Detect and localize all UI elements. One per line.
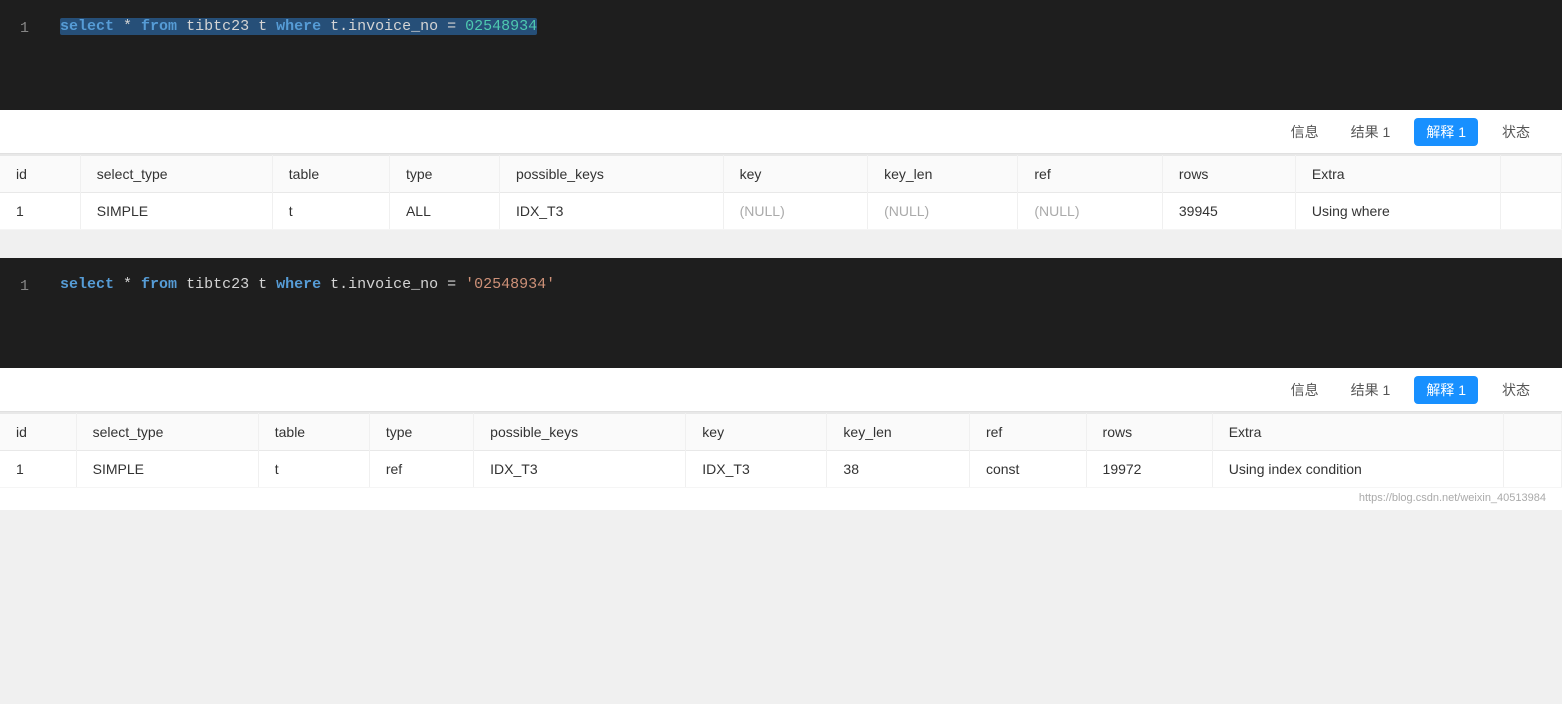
col-extra-1: Extra <box>1295 156 1500 193</box>
kw-from-1: from <box>141 18 177 35</box>
explain-btn-2[interactable]: 解释 1 <box>1414 376 1478 404</box>
cell-table-2: t <box>258 451 369 488</box>
info-btn-2[interactable]: 信息 <box>1283 376 1327 404</box>
col-key-len-1: key_len <box>868 156 1018 193</box>
code-editor-2: 1 select * from tibtc23 t where t.invoic… <box>0 258 1562 368</box>
selected-code-1: select * from tibtc23 t where t.invoice_… <box>60 18 537 35</box>
code-line-2: select * from tibtc23 t where t.invoice_… <box>60 276 1542 293</box>
cell-possible-keys-1: IDX_T3 <box>499 193 723 230</box>
explain-btn-1[interactable]: 解释 1 <box>1414 118 1478 146</box>
col-key-len-2: key_len <box>827 414 970 451</box>
cell-select-type-1: SIMPLE <box>80 193 272 230</box>
table-row: 1 SIMPLE t ref IDX_T3 IDX_T3 38 const 19… <box>0 451 1562 488</box>
result-btn-2[interactable]: 结果 1 <box>1343 376 1399 404</box>
cell-type-2: ref <box>369 451 473 488</box>
cell-key-len-1: (NULL) <box>868 193 1018 230</box>
kw-select-1: select <box>60 18 114 35</box>
cell-key-len-2: 38 <box>827 451 970 488</box>
status-btn-1[interactable]: 状态 <box>1494 118 1538 146</box>
col-id-1: id <box>0 156 80 193</box>
cell-possible-keys-2: IDX_T3 <box>474 451 686 488</box>
col-extra-2: Extra <box>1212 414 1503 451</box>
cell-extra-2: Using index condition <box>1212 451 1503 488</box>
result-table-2: id select_type table type possible_keys … <box>0 412 1562 488</box>
cell-id-1: 1 <box>0 193 80 230</box>
status-btn-2[interactable]: 状态 <box>1494 376 1538 404</box>
cell-table-1: t <box>272 193 389 230</box>
kw-where-1: where <box>276 18 321 35</box>
col-key-2: key <box>686 414 827 451</box>
col-possible-keys-1: possible_keys <box>499 156 723 193</box>
col-select-type-2: select_type <box>76 414 258 451</box>
kw-str-val-2: '02548934' <box>465 276 555 293</box>
cell-rows-2: 19972 <box>1086 451 1212 488</box>
col-id-2: id <box>0 414 76 451</box>
kw-star-1: * <box>123 18 141 35</box>
col-select-type-1: select_type <box>80 156 272 193</box>
kw-from-2: from <box>141 276 177 293</box>
info-btn-1[interactable]: 信息 <box>1283 118 1327 146</box>
cell-ref-2: const <box>969 451 1086 488</box>
toolbar-1: 信息 结果 1 解释 1 状态 <box>0 110 1562 154</box>
query-section-1: 1 select * from tibtc23 t where t.invoic… <box>0 0 1562 230</box>
kw-where-2: where <box>276 276 321 293</box>
line-number-1: 1 <box>20 18 40 37</box>
query-section-2: 1 select * from tibtc23 t where t.invoic… <box>0 258 1562 510</box>
col-rows-1: rows <box>1162 156 1295 193</box>
col-type-1: type <box>389 156 499 193</box>
col-padding-1 <box>1500 156 1561 193</box>
cell-key-1: (NULL) <box>723 193 867 230</box>
cell-end-1 <box>1500 193 1561 230</box>
cell-extra-1: Using where <box>1295 193 1500 230</box>
code-editor-1: 1 select * from tibtc23 t where t.invoic… <box>0 0 1562 110</box>
col-type-2: type <box>369 414 473 451</box>
table-header-row-2: id select_type table type possible_keys … <box>0 414 1562 451</box>
cell-key-2: IDX_T3 <box>686 451 827 488</box>
col-ref-1: ref <box>1018 156 1162 193</box>
cell-type-1: ALL <box>389 193 499 230</box>
explain-table-1: id select_type table type possible_keys … <box>0 155 1562 230</box>
col-rows-2: rows <box>1086 414 1212 451</box>
result-btn-1[interactable]: 结果 1 <box>1343 118 1399 146</box>
result-table-1: id select_type table type possible_keys … <box>0 154 1562 230</box>
col-table-1: table <box>272 156 389 193</box>
watermark: https://blog.csdn.net/weixin_40513984 <box>0 488 1562 510</box>
kw-field-2: t.invoice_no <box>330 276 447 293</box>
cell-rows-1: 39945 <box>1162 193 1295 230</box>
line-number-2: 1 <box>20 276 40 295</box>
code-line-1: select * from tibtc23 t where t.invoice_… <box>60 18 1542 35</box>
cell-ref-1: (NULL) <box>1018 193 1162 230</box>
cell-end-2 <box>1504 451 1562 488</box>
kw-eq-1: = <box>447 18 465 35</box>
kw-table-1: tibtc23 t <box>186 18 276 35</box>
kw-field-1: t.invoice_no <box>330 18 447 35</box>
kw-table-2: tibtc23 t <box>186 276 276 293</box>
section-spacer <box>0 230 1562 258</box>
table-header-row-1: id select_type table type possible_keys … <box>0 156 1562 193</box>
col-possible-keys-2: possible_keys <box>474 414 686 451</box>
col-ref-2: ref <box>969 414 1086 451</box>
col-padding-2 <box>1504 414 1562 451</box>
explain-table-2: id select_type table type possible_keys … <box>0 413 1562 488</box>
table-row: 1 SIMPLE t ALL IDX_T3 (NULL) (NULL) (NUL… <box>0 193 1562 230</box>
toolbar-2: 信息 结果 1 解释 1 状态 <box>0 368 1562 412</box>
kw-num-val-1: 02548934 <box>465 18 537 35</box>
kw-eq-2: = <box>447 276 465 293</box>
cell-select-type-2: SIMPLE <box>76 451 258 488</box>
col-table-2: table <box>258 414 369 451</box>
col-key-1: key <box>723 156 867 193</box>
kw-star-2: * <box>123 276 141 293</box>
cell-id-2: 1 <box>0 451 76 488</box>
kw-select-2: select <box>60 276 114 293</box>
